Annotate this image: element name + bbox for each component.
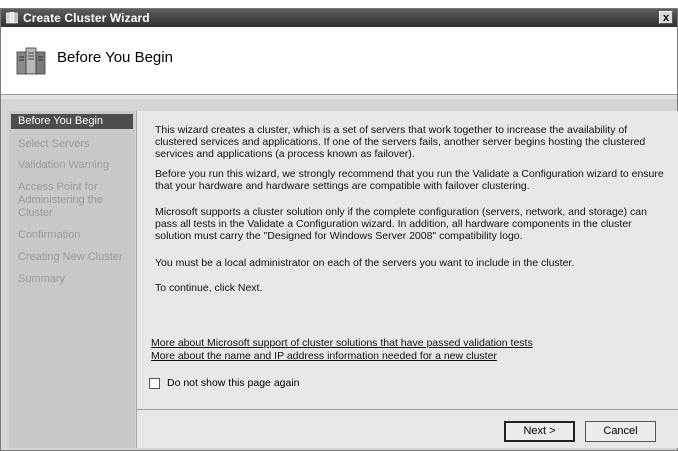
wizard-footer: Next > Cancel xyxy=(136,409,678,448)
intro-paragraph: This wizard creates a cluster, which is … xyxy=(155,124,646,160)
wizard-window: Create Cluster Wizard x Before You Begin… xyxy=(0,8,678,451)
dont-show-again-label[interactable]: Do not show this page again xyxy=(167,377,300,389)
header-divider xyxy=(1,95,677,99)
step-before-you-begin: Before You Begin xyxy=(11,114,133,129)
title-bar[interactable]: Create Cluster Wizard x xyxy=(1,9,677,27)
cluster-app-icon xyxy=(6,12,18,24)
name-ip-info-link[interactable]: More about the name and IP address infor… xyxy=(151,350,497,362)
step-access-point-line2: Administering the xyxy=(18,194,103,206)
support-paragraph: Microsoft supports a cluster solution on… xyxy=(155,206,647,242)
wizard-steps-sidebar: Before You Begin Select Servers Validati… xyxy=(9,111,135,448)
cancel-button[interactable]: Cancel xyxy=(585,421,656,442)
cluster-support-link[interactable]: More about Microsoft support of cluster … xyxy=(151,337,533,349)
step-creating-new-cluster: Creating New Cluster xyxy=(18,251,123,263)
step-access-point-line1: Access Point for xyxy=(18,181,98,193)
admin-paragraph: You must be a local administrator on eac… xyxy=(155,257,575,269)
step-select-servers: Select Servers xyxy=(18,138,90,150)
server-cluster-icon xyxy=(16,47,46,75)
next-button[interactable]: Next > xyxy=(504,421,575,442)
page-title: Before You Begin xyxy=(57,49,173,66)
window-title: Create Cluster Wizard xyxy=(23,11,150,25)
continue-paragraph: To continue, click Next. xyxy=(155,282,263,294)
close-button[interactable]: x xyxy=(659,11,673,24)
dont-show-again-checkbox[interactable] xyxy=(149,378,160,389)
wizard-header: Before You Begin xyxy=(1,27,677,95)
wizard-content: This wizard creates a cluster, which is … xyxy=(136,111,678,409)
step-validation-warning: Validation Warning xyxy=(18,159,110,171)
step-confirmation: Confirmation xyxy=(18,229,81,241)
step-summary: Summary xyxy=(18,273,66,285)
step-access-point-line3: Cluster xyxy=(18,207,53,219)
validate-paragraph: Before you run this wizard, we strongly … xyxy=(155,168,664,192)
